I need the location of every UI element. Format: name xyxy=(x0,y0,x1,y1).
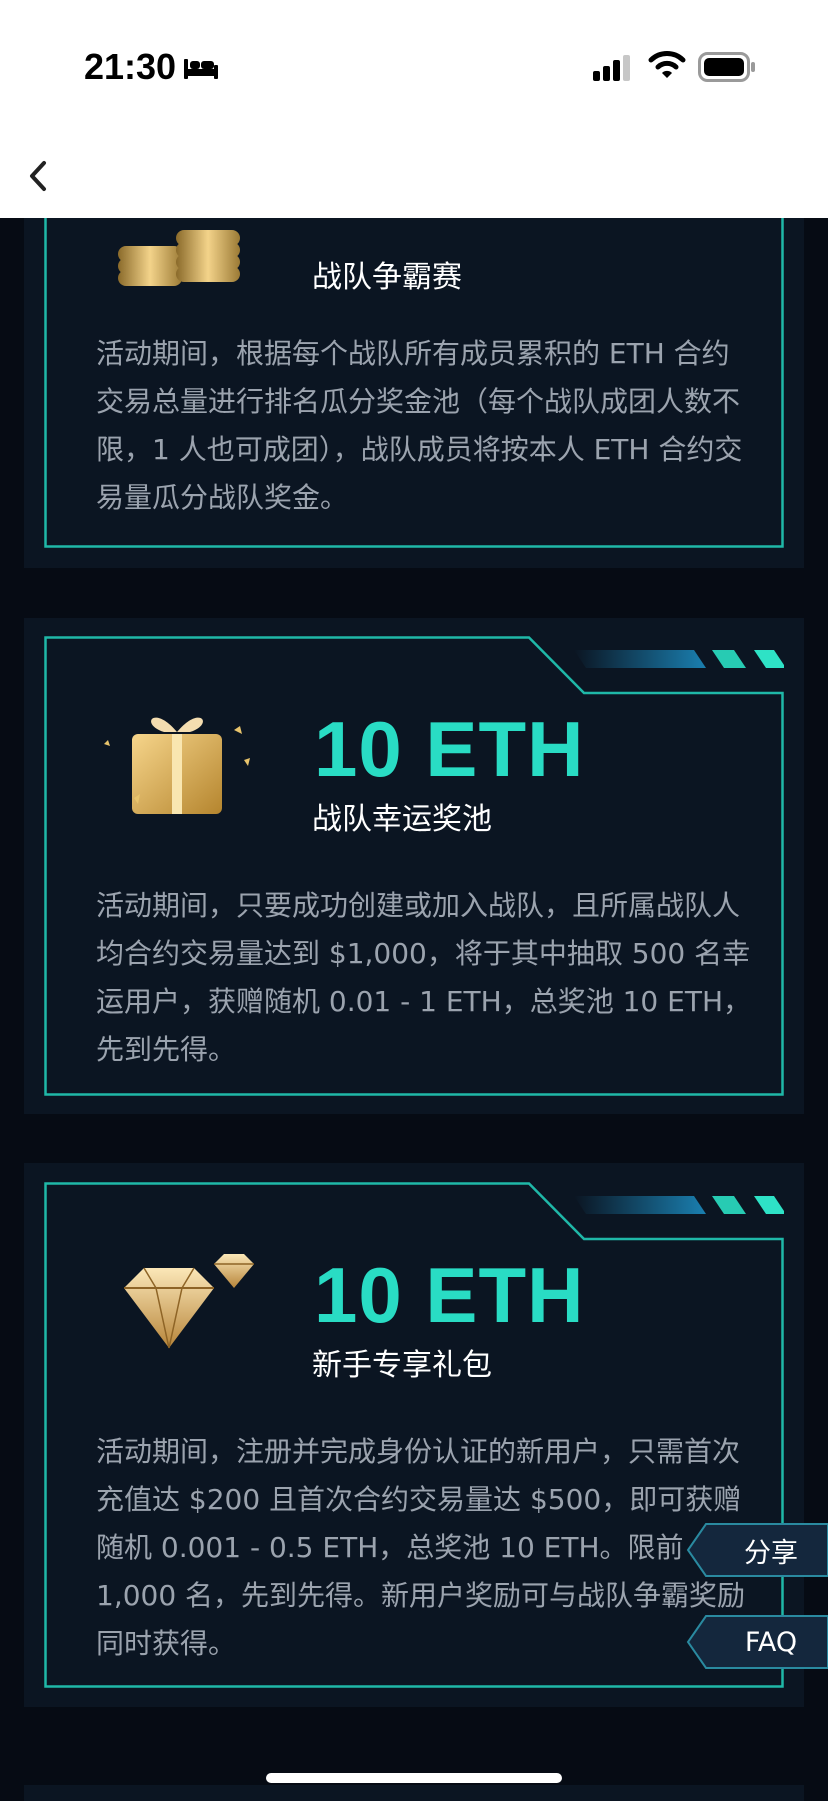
chevron-left-icon[interactable] xyxy=(26,157,52,199)
status-bar: 21:30 xyxy=(0,0,828,135)
faq-label: FAQ xyxy=(744,1626,798,1658)
faq-button[interactable]: FAQ xyxy=(686,1614,828,1670)
prize-amount: 10 ETH xyxy=(314,1251,585,1339)
signal-icon xyxy=(593,55,633,85)
prize-description: 活动期间，只要成功创建或加入战队，且所属战队人均合约交易量达到 $1,000，将… xyxy=(96,889,751,1066)
status-time: 21:30 xyxy=(84,46,177,87)
home-indicator[interactable] xyxy=(266,1773,562,1783)
battery-icon xyxy=(698,52,756,86)
prize-title: 战队争霸赛 xyxy=(312,260,462,295)
prize-title: 战队幸运奖池 xyxy=(312,802,492,837)
gift-box-icon xyxy=(94,694,264,828)
bed-icon xyxy=(182,55,220,85)
wifi-icon xyxy=(648,50,686,84)
prize-title: 新手专享礼包 xyxy=(312,1348,492,1383)
prize-description: 活动期间，根据每个战队所有成员累积的 ETH 合约交易总量进行排名瓜分奖金池（每… xyxy=(96,337,743,514)
share-button[interactable]: 分享 xyxy=(686,1522,828,1578)
nav-bar xyxy=(0,135,828,218)
prize-amount: 10 ETH xyxy=(314,705,585,793)
share-label: 分享 xyxy=(744,1537,798,1569)
prize-card-lucky-pool: 10 ETH 战队幸运奖池 活动期间，只要成功创建或加入战队，且所属战队人均合约… xyxy=(24,618,804,1114)
diamond-icon xyxy=(94,1248,264,1372)
next-card-edge xyxy=(24,1785,804,1801)
prize-description: 活动期间，注册并完成身份认证的新用户，只需首次充值达 $200 且首次合约交易量… xyxy=(96,1435,746,1660)
